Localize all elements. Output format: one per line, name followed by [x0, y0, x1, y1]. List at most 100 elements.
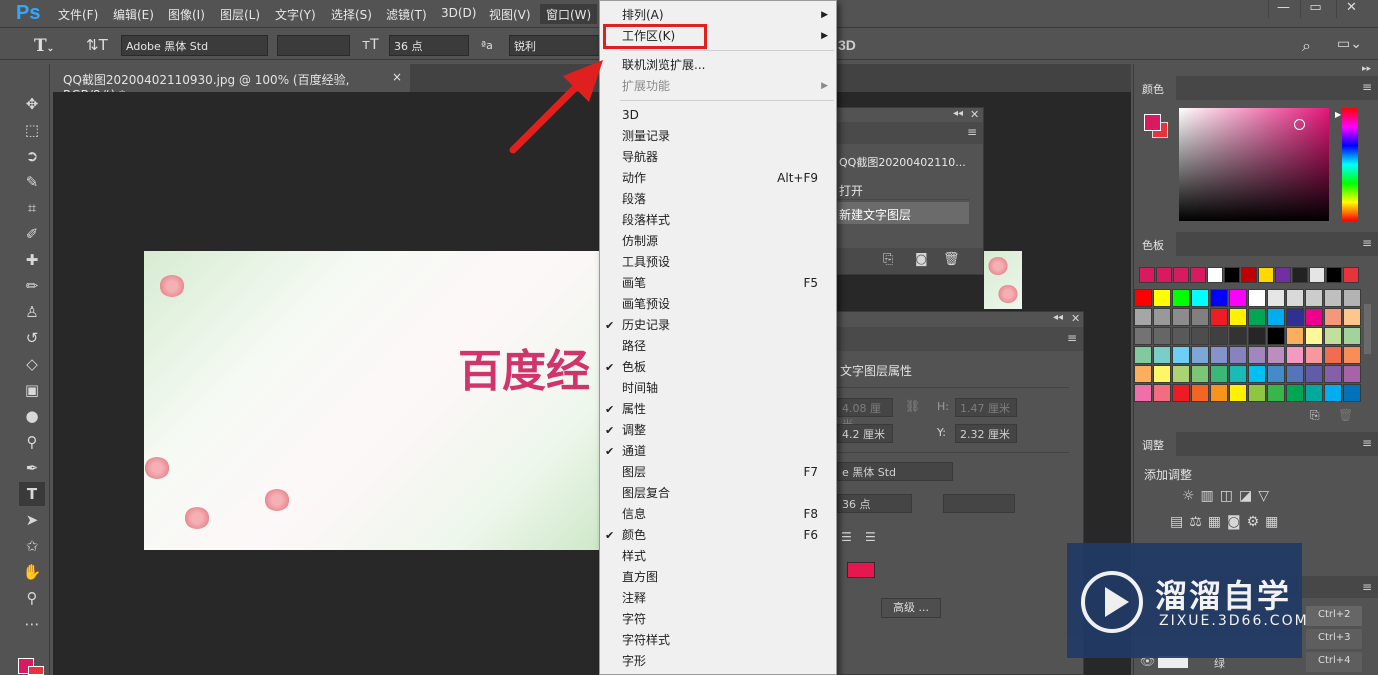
maximize-button[interactable]: ▭ [1300, 0, 1330, 18]
menu-layer[interactable]: 图层(L) [220, 6, 260, 23]
path-select-tool-icon[interactable]: ➤ [19, 508, 45, 532]
dodge-tool-icon[interactable]: ⚲ [19, 430, 45, 454]
swatch[interactable] [1324, 289, 1342, 307]
swatch[interactable] [1309, 267, 1325, 283]
window-menu-item[interactable]: 信息 F8 [600, 504, 836, 525]
history-brush-tool-icon[interactable]: ↺ [19, 326, 45, 350]
blur-tool-icon[interactable]: ● [19, 404, 45, 428]
swatch[interactable] [1156, 267, 1172, 283]
menu-filter[interactable]: 滤镜(T) [386, 6, 427, 23]
document-tab[interactable]: QQ截图20200402110930.jpg @ 100% (百度经验, RGB… [53, 64, 410, 102]
swatch[interactable] [1153, 365, 1171, 383]
swatch[interactable] [1343, 289, 1361, 307]
font-size-select[interactable]: 36 点 [837, 494, 912, 513]
menu-window[interactable]: 窗口(W) [540, 4, 598, 24]
window-menu-item[interactable]: 画笔预设 [600, 294, 836, 315]
new-document-icon[interactable]: ⎘ [883, 252, 893, 267]
window-menu-item[interactable]: 字符 [600, 609, 836, 630]
search-icon[interactable]: ⌕ [1302, 36, 1311, 56]
swatch[interactable] [1286, 327, 1304, 345]
swatch[interactable] [1267, 365, 1285, 383]
align-center-icon[interactable]: ☰ [841, 530, 852, 544]
swatch[interactable] [1207, 267, 1223, 283]
advanced-button[interactable]: 高级 ... [881, 598, 941, 618]
swatch[interactable] [1229, 308, 1247, 326]
swatch[interactable] [1191, 308, 1209, 326]
camera-icon[interactable]: ◙ [915, 252, 928, 267]
y-input[interactable]: 2.32 厘米 [955, 424, 1017, 443]
window-menu-item[interactable]: 段落样式 [600, 210, 836, 231]
lasso-tool-icon[interactable]: ➲ [19, 144, 45, 168]
window-menu-item[interactable]: 时间轴 [600, 378, 836, 399]
panel-menu-icon[interactable]: ≡ [1362, 80, 1372, 94]
window-menu-item[interactable]: 动作 Alt+F9 [600, 168, 836, 189]
close-panel-icon[interactable]: ✕ [970, 108, 979, 121]
window-menu-item[interactable]: 排列(A) ▶ [600, 5, 836, 26]
window-menu-item[interactable]: 工具预设 [600, 252, 836, 273]
type-tool-icon[interactable]: T [19, 482, 45, 506]
swatch[interactable] [1210, 289, 1228, 307]
swatch[interactable] [1343, 308, 1361, 326]
swatch[interactable] [1286, 365, 1304, 383]
window-menu-item[interactable]: 字形 [600, 651, 836, 672]
history-state[interactable]: 打开 [837, 178, 969, 200]
swatch[interactable] [1324, 308, 1342, 326]
panel-menu-icon[interactable]: ≡ [967, 125, 977, 139]
color-field[interactable] [1179, 108, 1329, 221]
type-tool-icon[interactable]: T⌄ [34, 36, 54, 56]
adjustment-icons-row1[interactable]: ☼▥◫◪▽ [1182, 488, 1275, 504]
swatch[interactable] [1134, 346, 1152, 364]
3d-mode-button[interactable]: 3D [838, 37, 856, 53]
minimize-button[interactable]: — [1268, 0, 1298, 18]
history-state-selected[interactable]: 新建文字图层 [837, 202, 969, 224]
new-swatch-icon[interactable]: ⎘ [1310, 408, 1320, 423]
width-input[interactable]: 4.08 厘米 [837, 398, 893, 431]
swatch[interactable] [1305, 327, 1323, 345]
swatch[interactable] [1343, 346, 1361, 364]
antialias-select[interactable]: 锐利 [509, 35, 601, 56]
swatch[interactable] [1210, 365, 1228, 383]
swatch[interactable] [1248, 365, 1266, 383]
swatch[interactable] [1139, 267, 1155, 283]
window-menu-item[interactable]: 3D [600, 105, 836, 126]
font-style-select[interactable] [277, 35, 350, 56]
swatch[interactable] [1172, 327, 1190, 345]
swatch[interactable] [1343, 365, 1361, 383]
link-icon[interactable]: ⛓ [905, 399, 920, 413]
swatch[interactable] [1343, 384, 1361, 402]
swatch[interactable] [1172, 365, 1190, 383]
window-menu-item[interactable]: 图层复合 [600, 483, 836, 504]
window-menu-item[interactable]: 样式 [600, 546, 836, 567]
swatch[interactable] [1172, 384, 1190, 402]
swatch[interactable] [1134, 384, 1152, 402]
swatch[interactable] [1191, 289, 1209, 307]
window-menu-item[interactable]: 测量记录 [600, 126, 836, 147]
window-menu-item[interactable]: ✔ 颜色 F6 [600, 525, 836, 546]
swatch[interactable] [1134, 327, 1152, 345]
window-menu-item[interactable]: 注释 [600, 588, 836, 609]
close-tab-icon[interactable]: × [392, 70, 402, 84]
eyedropper-tool-icon[interactable]: ✐ [19, 222, 45, 246]
swatch[interactable] [1210, 308, 1228, 326]
swatch[interactable] [1292, 267, 1308, 283]
menu-edit[interactable]: 编辑(E) [113, 6, 154, 23]
window-menu-item[interactable]: ✔ 色板 [600, 357, 836, 378]
healing-tool-icon[interactable]: ✚ [19, 248, 45, 272]
swatch[interactable] [1153, 346, 1171, 364]
window-menu-item[interactable]: 直方图 [600, 567, 836, 588]
window-menu-item[interactable]: 画笔 F5 [600, 273, 836, 294]
move-tool-icon[interactable]: ✥ [19, 92, 45, 116]
swatch[interactable] [1172, 346, 1190, 364]
swatch[interactable] [1153, 327, 1171, 345]
document-image[interactable]: 百度经 [144, 251, 599, 550]
swatch[interactable] [1286, 384, 1304, 402]
swatches-scrollbar[interactable] [1364, 304, 1371, 354]
swatch[interactable] [1267, 308, 1285, 326]
swatch[interactable] [1267, 384, 1285, 402]
swatch[interactable] [1229, 289, 1247, 307]
swatch[interactable] [1191, 346, 1209, 364]
window-menu-item[interactable]: 联机浏览扩展... [600, 55, 836, 76]
swatch[interactable] [1248, 327, 1266, 345]
swatch[interactable] [1286, 346, 1304, 364]
swatch[interactable] [1305, 346, 1323, 364]
